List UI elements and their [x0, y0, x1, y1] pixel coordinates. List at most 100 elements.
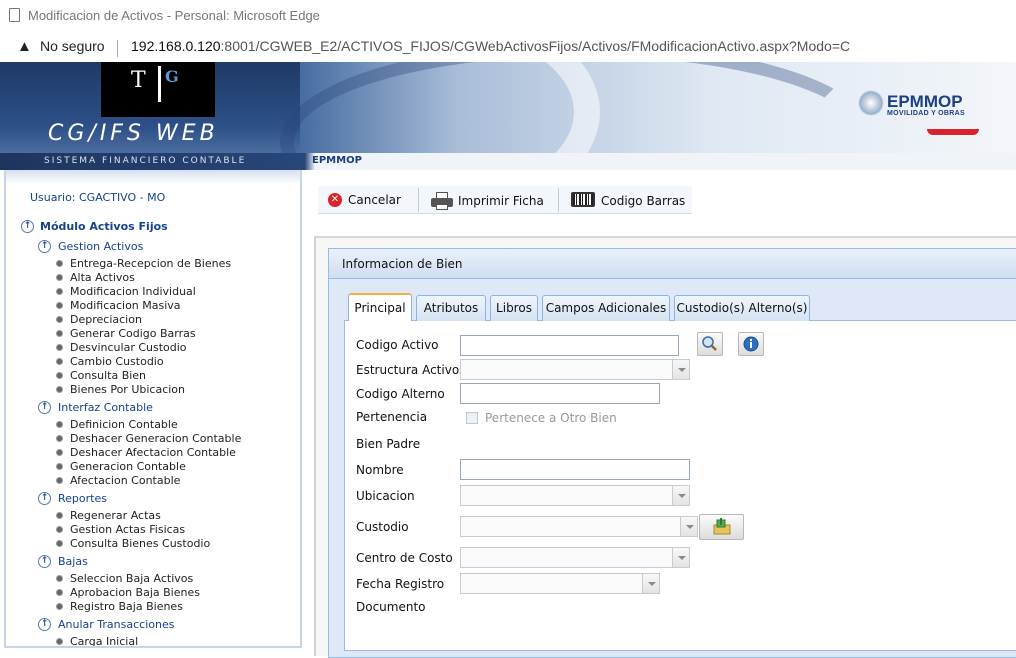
menu-group[interactable]: Bajas — [58, 555, 88, 568]
collapse-icon[interactable]: ↑ — [21, 220, 34, 233]
bullet-icon — [56, 589, 63, 596]
menu-item[interactable]: Regenerar Actas — [70, 509, 161, 522]
warning-icon[interactable]: ▲ — [17, 38, 32, 55]
menu-group[interactable]: Reportes — [58, 492, 107, 505]
tab-libros[interactable]: Libros — [490, 295, 538, 321]
bullet-icon — [56, 358, 63, 365]
chevron-down-icon[interactable] — [642, 574, 659, 593]
window-title: Modificacion de Activos - Personal: Micr… — [28, 8, 320, 23]
add-custodio-button[interactable] — [699, 514, 744, 540]
app-banner: T G CG/IFS WEB SISTEMA FINANCIERO CONTAB… — [0, 62, 1016, 170]
barcode-button[interactable]: Codigo Barras — [571, 186, 686, 214]
barcode-icon — [571, 192, 595, 207]
collapse-icon[interactable]: ↑ — [38, 618, 51, 631]
toolbar-divider — [558, 188, 559, 212]
menu-item[interactable]: Deshacer Generacion Contable — [70, 432, 241, 445]
menu-item[interactable]: Desvincular Custodio — [70, 341, 187, 354]
info-button[interactable] — [738, 332, 764, 356]
module-title[interactable]: Módulo Activos Fijos — [40, 220, 168, 233]
org-logo-swoosh — [927, 129, 979, 135]
url-text[interactable]: 192.168.0.120:8001/CGWEB_E2/ACTIVOS_FIJO… — [131, 38, 850, 54]
bullet-icon — [56, 288, 63, 295]
org-logo-subtext: MOVILIDAD Y OBRAS — [887, 110, 965, 117]
panel-title: Informacion de Bien — [329, 249, 1016, 279]
menu-item[interactable]: Depreciacion — [70, 313, 142, 326]
chevron-down-icon[interactable] — [672, 486, 689, 505]
app-name: CG/IFS WEB — [48, 121, 219, 146]
bullet-icon — [56, 463, 63, 470]
menu-item[interactable]: Modificacion Individual — [70, 285, 196, 298]
pertenece-checkbox[interactable] — [466, 412, 478, 424]
bullet-icon — [56, 477, 63, 484]
menu-item[interactable]: Modificacion Masiva — [70, 299, 181, 312]
tab-principal[interactable]: Principal — [348, 293, 412, 321]
menu-item[interactable]: Cambio Custodio — [70, 355, 164, 368]
tab-custodios-alternos[interactable]: Custodio(s) Alterno(s) — [674, 295, 810, 321]
bullet-icon — [56, 526, 63, 533]
codigo-activo-input[interactable] — [460, 335, 679, 356]
chevron-down-icon[interactable] — [672, 360, 689, 379]
address-bar[interactable]: ▲ No seguro 192.168.0.120:8001/CGWEB_E2/… — [0, 33, 1016, 62]
org-logo: EPMMOP MOVILIDAD Y OBRAS — [887, 92, 979, 135]
bullet-icon — [56, 512, 63, 519]
ubicacion-label: Ubicacion — [356, 489, 415, 503]
menu-item[interactable]: Bienes Por Ubicacion — [70, 383, 185, 396]
cancel-button[interactable]: ✕ Cancelar — [328, 186, 418, 214]
chevron-down-icon[interactable] — [672, 548, 689, 567]
menu-item[interactable]: Carga Inicial — [70, 635, 138, 646]
bullet-icon — [56, 638, 63, 645]
menu-item[interactable]: Registro Baja Bienes — [70, 600, 183, 613]
address-divider — [117, 40, 118, 57]
menu-group[interactable]: Gestion Activos — [58, 240, 143, 253]
chevron-down-icon[interactable] — [680, 517, 697, 536]
collapse-icon[interactable]: ↑ — [38, 555, 51, 568]
menu-item[interactable]: Aprobacion Baja Bienes — [70, 586, 200, 599]
estructura-select[interactable] — [460, 359, 690, 380]
menu-item[interactable]: Consulta Bien — [70, 369, 146, 382]
centro-costo-select[interactable] — [460, 547, 690, 568]
bullet-icon — [56, 344, 63, 351]
codigo-activo-label: Codigo Activo — [356, 338, 439, 352]
print-button[interactable]: Imprimir Ficha — [431, 186, 556, 214]
custodio-select[interactable] — [460, 516, 698, 537]
collapse-icon[interactable]: ↑ — [38, 401, 51, 414]
fecha-registro-select[interactable] — [460, 573, 660, 594]
security-label[interactable]: No seguro — [40, 38, 105, 54]
pertenece-checkbox-label[interactable]: Pertenece a Otro Bien — [485, 411, 617, 425]
menu-item[interactable]: Consulta Bienes Custodio — [70, 537, 210, 550]
menu-item[interactable]: Afectacion Contable — [70, 474, 180, 487]
estructura-label: Estructura Activos — [356, 363, 466, 377]
collapse-icon[interactable]: ↑ — [38, 240, 51, 253]
search-button[interactable] — [697, 332, 723, 356]
menu-item[interactable]: Deshacer Afectacion Contable — [70, 446, 236, 459]
ubicacion-select[interactable] — [460, 485, 690, 506]
bullet-icon — [56, 540, 63, 547]
info-icon — [743, 336, 759, 352]
menu-item[interactable]: Generar Codigo Barras — [70, 327, 196, 340]
panel-title-text: Informacion de Bien — [342, 257, 463, 271]
nombre-input[interactable] — [460, 459, 690, 480]
menu-item[interactable]: Gestion Actas Fisicas — [70, 523, 185, 536]
menu-item[interactable]: Entrega-Recepcion de Bienes — [70, 257, 231, 270]
bullet-icon — [56, 435, 63, 442]
menu-item[interactable]: Generacion Contable — [70, 460, 186, 473]
user-label: Usuario: CGACTIVO - MO — [30, 191, 166, 204]
menu-item[interactable]: Seleccion Baja Activos — [70, 572, 193, 585]
tab-atributos[interactable]: Atributos — [416, 295, 486, 321]
logo-bar — [158, 66, 161, 102]
menu-group[interactable]: Interfaz Contable — [58, 401, 153, 414]
tg-logo: T G — [101, 62, 215, 117]
menu-item[interactable]: Definicion Contable — [70, 418, 178, 431]
bullet-icon — [56, 274, 63, 281]
org-logo-text: EPMMOP — [887, 92, 963, 111]
browser-title-bar: Modificacion de Activos - Personal: Micr… — [0, 0, 1016, 33]
collapse-icon[interactable]: ↑ — [38, 492, 51, 505]
tab-campos-adicionales[interactable]: Campos Adicionales — [542, 295, 670, 321]
sidebar-menu: Usuario: CGACTIVO - MO ↑ Módulo Activos F… — [4, 170, 302, 648]
menu-group[interactable]: Anular Transacciones — [58, 618, 174, 631]
bullet-icon — [56, 330, 63, 337]
cancel-icon: ✕ — [328, 193, 342, 207]
menu-item[interactable]: Alta Activos — [70, 271, 135, 284]
codigo-alterno-input[interactable] — [460, 383, 660, 404]
documento-label: Documento — [356, 600, 426, 614]
